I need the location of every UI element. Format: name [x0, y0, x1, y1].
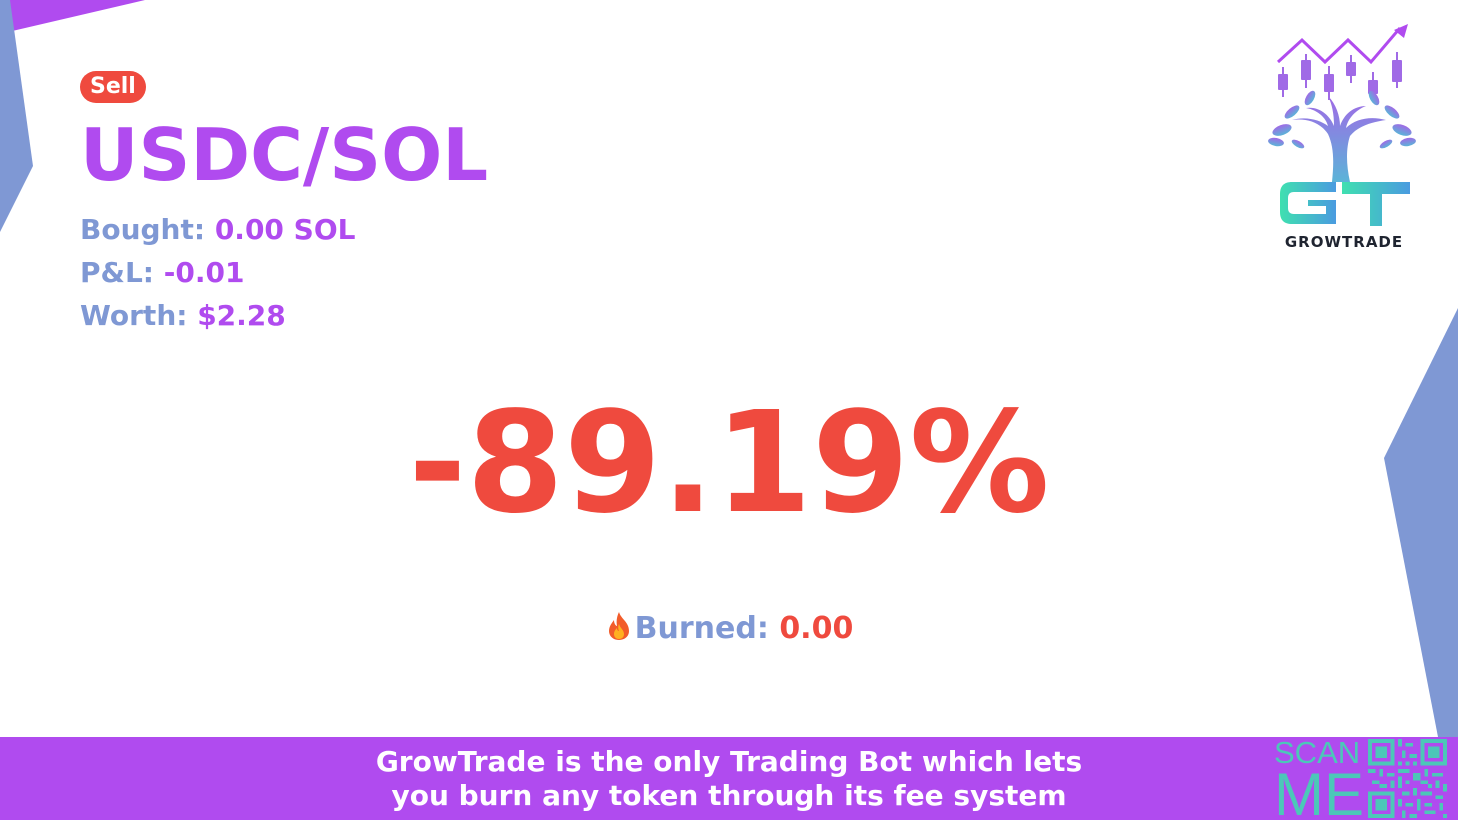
bought-label: Bought: [80, 213, 206, 246]
promo-line-1: GrowTrade is the only Trading Bot which … [375, 745, 1083, 778]
pnl-card: Sell USDC/SOL Bought: 0.00 SOL P&L: -0.0… [0, 0, 1458, 820]
pnl-value: -0.01 [163, 256, 245, 289]
token-pair-title: USDC/SOL [80, 113, 489, 197]
bought-value: 0.00 SOL [214, 213, 356, 246]
burned-stat: Burned: 0.00 [0, 610, 1458, 651]
burned-label: Burned: [634, 611, 769, 646]
burned-value: 0.00 [779, 611, 854, 646]
worth-value: $2.28 [197, 299, 286, 332]
promo-footer: GrowTrade is the only Trading Bot which … [0, 737, 1458, 820]
pnl-label: P&L: [80, 256, 154, 289]
sell-badge: Sell [80, 71, 146, 103]
growtrade-wordmark: GROWTRADE [1284, 233, 1404, 251]
percent-change: -89.19% [408, 382, 1050, 545]
growtrade-logo [1268, 24, 1416, 226]
scan-me-label: SCAN ME [1274, 737, 1364, 820]
promo-line-2: you burn any token through its fee syste… [391, 779, 1067, 812]
worth-stat: Worth: $2.28 [80, 299, 286, 333]
promo-text: GrowTrade is the only Trading Bot which … [0, 745, 1458, 813]
fire-icon [605, 611, 633, 651]
qr-code-icon[interactable] [1368, 739, 1447, 818]
me-text: ME [1274, 761, 1364, 820]
worth-label: Worth: [80, 299, 188, 332]
bought-stat: Bought: 0.00 SOL [80, 213, 355, 247]
pnl-stat: P&L: -0.01 [80, 256, 244, 290]
